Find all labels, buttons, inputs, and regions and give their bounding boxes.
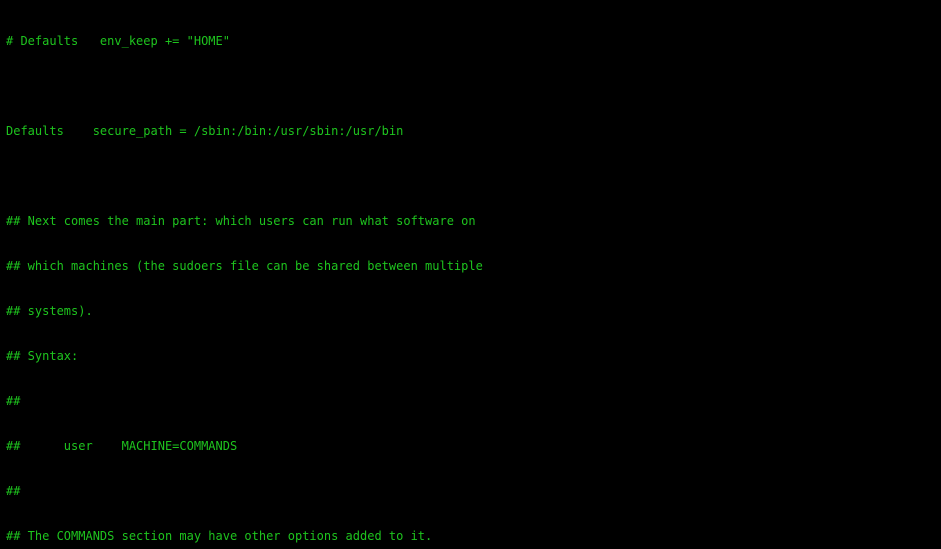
- file-line: ## user MACHINE=COMMANDS: [6, 439, 935, 454]
- file-line: # Defaults env_keep += "HOME": [6, 34, 935, 49]
- file-line: ## Syntax:: [6, 349, 935, 364]
- file-line: [6, 79, 935, 94]
- file-line: ## systems).: [6, 304, 935, 319]
- file-line: ##: [6, 484, 935, 499]
- file-line: ## Next comes the main part: which users…: [6, 214, 935, 229]
- file-line: ##: [6, 394, 935, 409]
- file-line: [6, 169, 935, 184]
- file-line: Defaults secure_path = /sbin:/bin:/usr/s…: [6, 124, 935, 139]
- terminal-editor[interactable]: # Defaults env_keep += "HOME" Defaults s…: [0, 0, 941, 549]
- file-line: ## which machines (the sudoers file can …: [6, 259, 935, 274]
- file-line: ## The COMMANDS section may have other o…: [6, 529, 935, 544]
